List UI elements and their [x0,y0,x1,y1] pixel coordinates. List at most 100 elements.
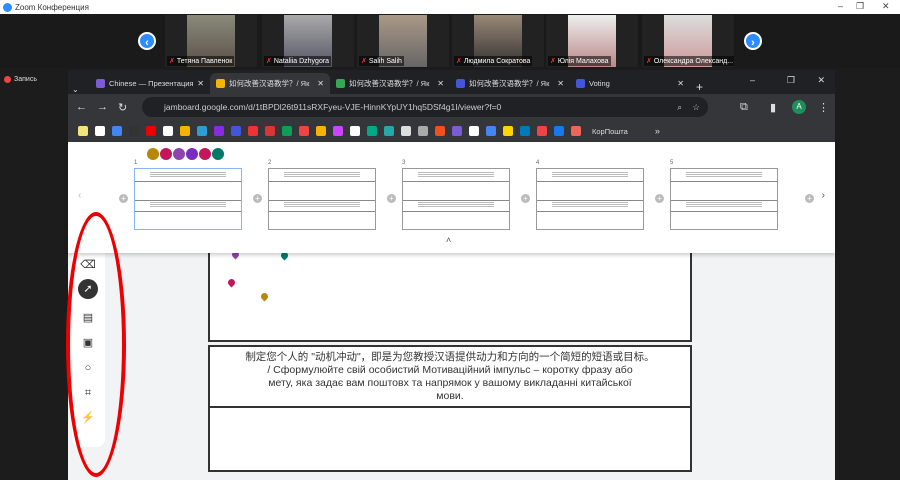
video-tile[interactable]: Юлія Малахова [546,15,638,67]
tab-active[interactable]: 如何改善汉语教学？/ Як ✕ [210,73,330,94]
bookmark-icon[interactable] [469,126,479,136]
scroll-left-icon[interactable]: ‹ [78,190,81,201]
more-bookmarks-icon[interactable]: » [655,126,660,136]
add-frame-button[interactable]: + [253,194,262,203]
add-frame-button[interactable]: + [521,194,530,203]
participant-name: Nataliia Dzhygora [264,56,332,66]
add-frame-button[interactable]: + [805,194,814,203]
tab-search-button[interactable]: ⌄ [72,85,90,94]
record-label: Запись [14,76,37,83]
close-tab-icon[interactable]: ✕ [317,79,324,88]
new-tab-button[interactable]: + [696,80,703,94]
tab-bar: ⌄ Chinese — Презентация ✕ 如何改善汉语教学？/ Як ✕ … [68,70,835,94]
video-tile[interactable]: Олександра Олександ... [642,15,734,67]
tab[interactable]: 如何改善汉语教学？/ Як ✕ [330,73,450,94]
reload-button[interactable]: ↻ [118,101,127,114]
tab[interactable]: Voting ✕ [570,73,690,94]
frame-thumbnail[interactable] [536,168,644,230]
bookmark-icon[interactable] [214,126,224,136]
scroll-right-icon[interactable]: › [822,190,825,201]
close-tab-icon[interactable]: ✕ [677,79,684,88]
bookmark-icon[interactable] [231,126,241,136]
recording-indicator[interactable]: Запись [4,76,37,83]
bookmark-icon[interactable] [554,126,564,136]
bookmark-icon[interactable] [197,126,207,136]
bookmark-icon[interactable] [299,126,309,136]
bookmark-icon[interactable] [435,126,445,136]
sticky-area[interactable] [208,249,692,342]
frame-number: 3 [402,160,406,166]
tab[interactable]: Chinese — Презентация ✕ [90,73,210,94]
bookmark-icon[interactable] [282,126,292,136]
bookmark-icon[interactable] [520,126,530,136]
bookmark-icon[interactable] [486,126,496,136]
restore-browser-button[interactable]: ❐ [787,75,795,86]
close-tab-icon[interactable]: ✕ [557,79,564,88]
close-tab-icon[interactable]: ✕ [437,79,444,88]
browser-window: ⌄ Chinese — Презентация ✕ 如何改善汉语教学？/ Як ✕ … [68,70,835,480]
collapse-frames-icon[interactable]: ˄ [446,235,451,245]
frame-number: 2 [268,160,272,166]
frame-thumbnail[interactable] [268,168,376,230]
url-bar[interactable]: jamboard.google.com/d/1tBPDl26t911sRXFye… [142,97,708,117]
back-button[interactable]: ← [76,101,87,113]
bookmark-icon[interactable] [129,126,139,136]
video-tile[interactable]: Людмила Сократова [452,15,544,67]
zoom-icon[interactable]: ⌕ [677,97,682,117]
bookmark-icon[interactable] [163,126,173,136]
close-button[interactable]: ✕ [882,1,890,12]
bookmark-icon[interactable] [571,126,581,136]
bookmark-icon[interactable] [333,126,343,136]
collaborator-avatar [185,147,199,161]
frame-bar: ‹ › ˄ +1 +2 +3 +4 +5 + [68,142,835,253]
video-tile[interactable]: Тетяна Павленок [165,15,257,67]
bookmark-icon[interactable] [350,126,360,136]
menu-icon[interactable]: ⋮ [818,101,829,114]
bookmark-icon[interactable] [384,126,394,136]
close-browser-button[interactable]: ✕ [817,75,825,86]
bookmark-icon[interactable] [537,126,547,136]
bookmark-icon[interactable] [95,126,105,136]
minimize-button[interactable]: – [838,1,843,11]
prev-page-arrow[interactable]: ‹ [138,32,156,50]
add-frame-button[interactable]: + [655,194,664,203]
close-tab-icon[interactable]: ✕ [197,79,204,88]
bookmark-korposhta[interactable]: КорПошта [592,127,628,136]
bookmark-icon[interactable] [112,126,122,136]
record-icon [4,76,11,83]
bookmark-star-icon[interactable]: ☆ [692,97,700,117]
next-page-arrow[interactable]: › [744,32,762,50]
side-panel-icon[interactable]: ▮ [770,101,776,114]
bookmark-icon[interactable] [452,126,462,136]
forward-button[interactable]: → [97,101,108,113]
bookmark-icon[interactable] [78,126,88,136]
collaborator-avatar [159,147,173,161]
bookmark-icon[interactable] [401,126,411,136]
extensions-icon[interactable]: ⧉ [740,101,748,114]
frame-thumbnail[interactable] [670,168,778,230]
maximize-button[interactable]: ❐ [856,1,864,12]
frame-thumbnail[interactable] [134,168,242,230]
add-frame-button[interactable]: + [119,194,128,203]
bookmarks-bar: КорПошта » [68,120,835,142]
bookmark-icon[interactable] [503,126,513,136]
red-annotation-ellipse [66,212,126,477]
bookmark-icon[interactable] [316,126,326,136]
minimize-browser-button[interactable]: – [750,75,755,85]
tab-favicon-icon [216,79,225,88]
video-tile[interactable]: Nataliia Dzhygora [262,15,354,67]
bookmark-icon[interactable] [180,126,190,136]
tab[interactable]: 如何改善汉语教学？/ Як ✕ [450,73,570,94]
bookmark-icon[interactable] [418,126,428,136]
bookmark-icon[interactable] [146,126,156,136]
frame-thumbnail[interactable] [402,168,510,230]
profile-avatar[interactable]: A [792,100,806,114]
bookmark-icon[interactable] [367,126,377,136]
answer-area[interactable] [208,406,692,472]
add-frame-button[interactable]: + [387,194,396,203]
video-tile[interactable]: Salih Salih [357,15,449,67]
bookmark-icon[interactable] [248,126,258,136]
frame-number: 4 [536,160,540,166]
bookmark-icon[interactable] [265,126,275,136]
video-strip: ‹ Тетяна Павленок Nataliia Dzhygora Sali… [0,14,900,68]
